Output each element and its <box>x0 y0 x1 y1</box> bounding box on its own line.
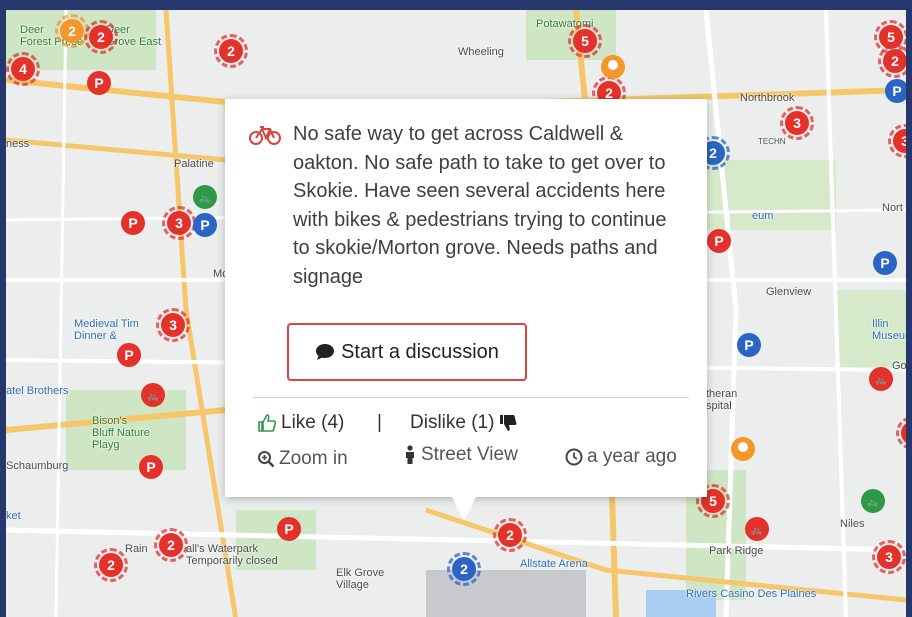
svg-text:🚲: 🚲 <box>199 193 211 204</box>
cluster-marker[interactable]: 2 <box>878 44 906 78</box>
place-label: Rivers Casino Des Plaines <box>686 588 817 600</box>
popup-pointer <box>452 497 476 521</box>
bicycle-pin-icon[interactable]: 🚲 <box>868 366 894 392</box>
cluster-marker[interactable]: 2 <box>154 528 188 562</box>
svg-text:P: P <box>714 233 723 249</box>
place-label: Schaumburg <box>6 460 69 472</box>
place-label: Park Ridge <box>709 545 764 557</box>
parking-pin-icon[interactable]: P <box>138 454 164 480</box>
place-label: IllinMuseum <box>872 318 906 342</box>
cluster-marker[interactable]: 3 <box>162 206 196 240</box>
parking-pin-icon[interactable]: P <box>86 70 112 96</box>
parking-pin-icon[interactable]: P <box>116 342 142 368</box>
place-label: Bison's Bluff Nature Playg <box>92 415 150 451</box>
svg-text:🚲: 🚲 <box>867 497 879 508</box>
zoom-in-button[interactable]: Zoom in <box>257 448 348 470</box>
svg-text:P: P <box>744 337 753 353</box>
place-label: Go <box>892 360 906 372</box>
svg-text:P: P <box>94 75 103 91</box>
clock-icon <box>565 448 583 466</box>
place-label: Niles <box>840 518 865 530</box>
cluster-marker[interactable]: 2 <box>447 552 481 586</box>
lightbulb-pin-icon[interactable] <box>600 54 626 80</box>
bicycle-icon <box>249 126 281 145</box>
place-label: Elk Grove Village <box>336 567 385 591</box>
place-label: Northbrook <box>740 92 795 104</box>
start-discussion-button[interactable]: Start a discussion <box>287 323 527 381</box>
svg-text:🚲: 🚲 <box>751 525 763 536</box>
place-label: theran spital <box>706 388 738 412</box>
svg-text:P: P <box>124 347 133 363</box>
svg-text:P: P <box>892 83 901 99</box>
parking-pin-icon[interactable]: P <box>884 78 906 104</box>
start-discussion-label: Start a discussion <box>341 340 499 363</box>
place-label: ket <box>6 510 21 522</box>
place-label: Medieval Tim Dinner & <box>74 318 139 342</box>
timestamp: a year ago <box>565 446 677 468</box>
street-view-icon <box>406 445 414 464</box>
place-label: Palatine <box>174 158 214 170</box>
cluster-marker[interactable]: 2 <box>84 20 118 54</box>
dislike-button[interactable]: Dislike (1) <box>410 412 522 434</box>
zoom-in-label: Zoom in <box>279 448 348 469</box>
bicycle-pin-icon[interactable]: 🚲 <box>192 184 218 210</box>
dislike-label: Dislike (1) <box>410 412 495 433</box>
cluster-marker[interactable]: 4 <box>896 416 906 450</box>
thumbs-down-icon <box>500 415 517 431</box>
svg-text:🚲: 🚲 <box>875 375 887 386</box>
like-label: Like (4) <box>281 412 345 433</box>
place-label: all's Waterpark Temporarily closed <box>186 543 278 567</box>
cluster-marker[interactable]: 3 <box>872 540 906 574</box>
cluster-marker[interactable]: 5 <box>568 24 602 58</box>
zoom-in-icon <box>258 451 275 468</box>
cluster-marker[interactable]: 2 <box>214 34 248 68</box>
svg-text:P: P <box>200 217 209 233</box>
place-label: Nort <box>882 202 903 214</box>
place-label: Rain <box>125 543 148 555</box>
bicycle-pin-icon[interactable]: 🚲 <box>860 488 886 514</box>
place-label: eum <box>752 210 774 222</box>
cluster-marker[interactable]: 3 <box>888 124 906 158</box>
svg-text:P: P <box>284 521 293 537</box>
popup-divider <box>253 397 689 398</box>
thumbs-up-icon <box>258 414 277 432</box>
svg-text:P: P <box>880 255 889 271</box>
place-label: ness <box>6 138 30 150</box>
bicycle-pin-icon[interactable]: 🚲 <box>140 382 166 408</box>
bicycle-pin-icon[interactable]: 🚲 <box>744 516 770 542</box>
parking-pin-icon[interactable]: P <box>872 250 898 276</box>
parking-pin-icon[interactable]: P <box>736 332 762 358</box>
comment-icon <box>316 344 335 360</box>
svg-text:🚲: 🚲 <box>147 391 159 402</box>
place-label: Wheeling <box>458 46 504 58</box>
timestamp-label: a year ago <box>587 446 677 467</box>
street-view-button[interactable]: Street View <box>403 444 518 466</box>
parking-pin-icon[interactable]: P <box>706 228 732 254</box>
parking-pin-icon[interactable]: P <box>276 516 302 542</box>
place-label: Allstate Arena <box>520 558 588 570</box>
svg-text:P: P <box>146 459 155 475</box>
parking-pin-icon[interactable]: P <box>120 210 146 236</box>
issue-message: No safe way to get across Caldwell & oak… <box>293 123 667 288</box>
place-label: Glenview <box>766 286 812 298</box>
like-button[interactable]: Like (4) <box>257 412 344 434</box>
cluster-marker[interactable]: 3 <box>780 106 814 140</box>
cluster-marker[interactable]: 4 <box>6 52 40 86</box>
cluster-marker[interactable]: 2 <box>94 548 128 582</box>
place-label: atel Brothers <box>6 385 69 397</box>
cluster-marker[interactable]: 3 <box>156 308 190 342</box>
svg-text:P: P <box>128 215 137 231</box>
parking-pin-icon[interactable]: P <box>192 212 218 238</box>
reaction-separator: | <box>377 412 382 433</box>
lightbulb-pin-icon[interactable] <box>730 436 756 462</box>
street-view-label: Street View <box>421 444 518 465</box>
issue-popup: No safe way to get across Caldwell & oak… <box>225 99 707 497</box>
cluster-marker[interactable]: 2 <box>493 518 527 552</box>
